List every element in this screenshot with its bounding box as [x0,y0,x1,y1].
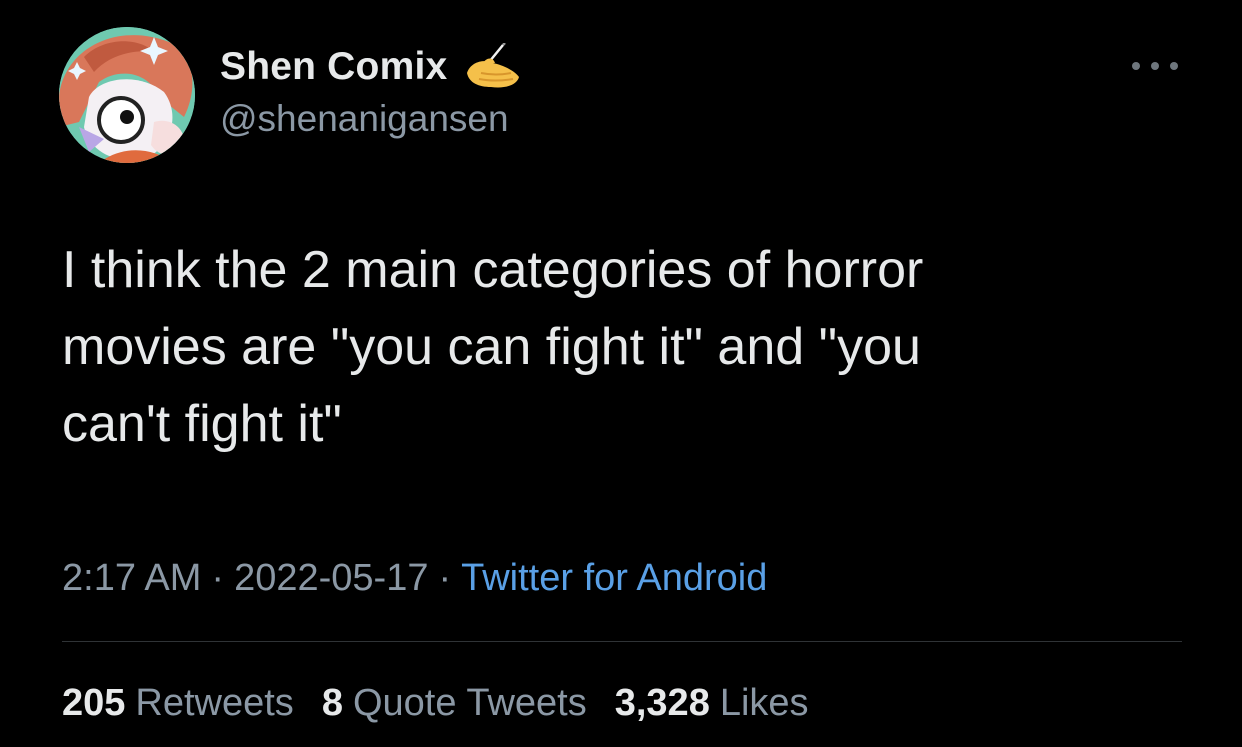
tweet-metadata: 2:17 AM · 2022-05-17 · Twitter for Android [62,553,767,603]
more-icon-dot [1151,62,1159,70]
tweet-text-line: movies are "you can fight it" and "you [62,318,921,376]
avatar[interactable] [59,27,195,163]
tweet-source-link[interactable]: Twitter for Android [461,557,767,599]
author-handle[interactable]: @shenanigansen [220,98,509,140]
tweet-date[interactable]: 2022-05-17 [234,557,428,599]
likes-label: Likes [719,682,809,724]
writing-hand-icon [467,43,520,88]
display-name[interactable]: Shen Comix [220,45,447,89]
more-options-button[interactable] [1132,56,1178,76]
likes-count: 3,328 [614,682,710,724]
divider [62,641,1182,642]
more-icon-dot [1170,62,1178,70]
tweet-time[interactable]: 2:17 AM [62,557,201,599]
quote-tweets-label: Quote Tweets [352,682,587,724]
likes-stat[interactable]: 3,328 Likes [615,678,809,728]
tweet-stats: 205 Retweets 8 Quote Tweets 3,328 Likes [62,678,837,728]
retweets-label: Retweets [135,682,294,724]
separator: · [438,557,452,599]
quote-tweets-count: 8 [321,682,343,724]
avatar-image [59,27,195,163]
tweet-text: I think the 2 main categories of horror … [62,232,1172,463]
quote-tweets-stat[interactable]: 8 Quote Tweets [322,678,587,728]
retweets-stat[interactable]: 205 Retweets [62,678,294,728]
tweet-text-line: I think the 2 main categories of horror [62,241,924,299]
tweet-text-line: can't fight it" [62,395,342,453]
separator: · [211,557,225,599]
author-name-row[interactable]: Shen Comix [220,43,521,91]
more-icon-dot [1132,62,1140,70]
retweets-count: 205 [62,682,126,724]
